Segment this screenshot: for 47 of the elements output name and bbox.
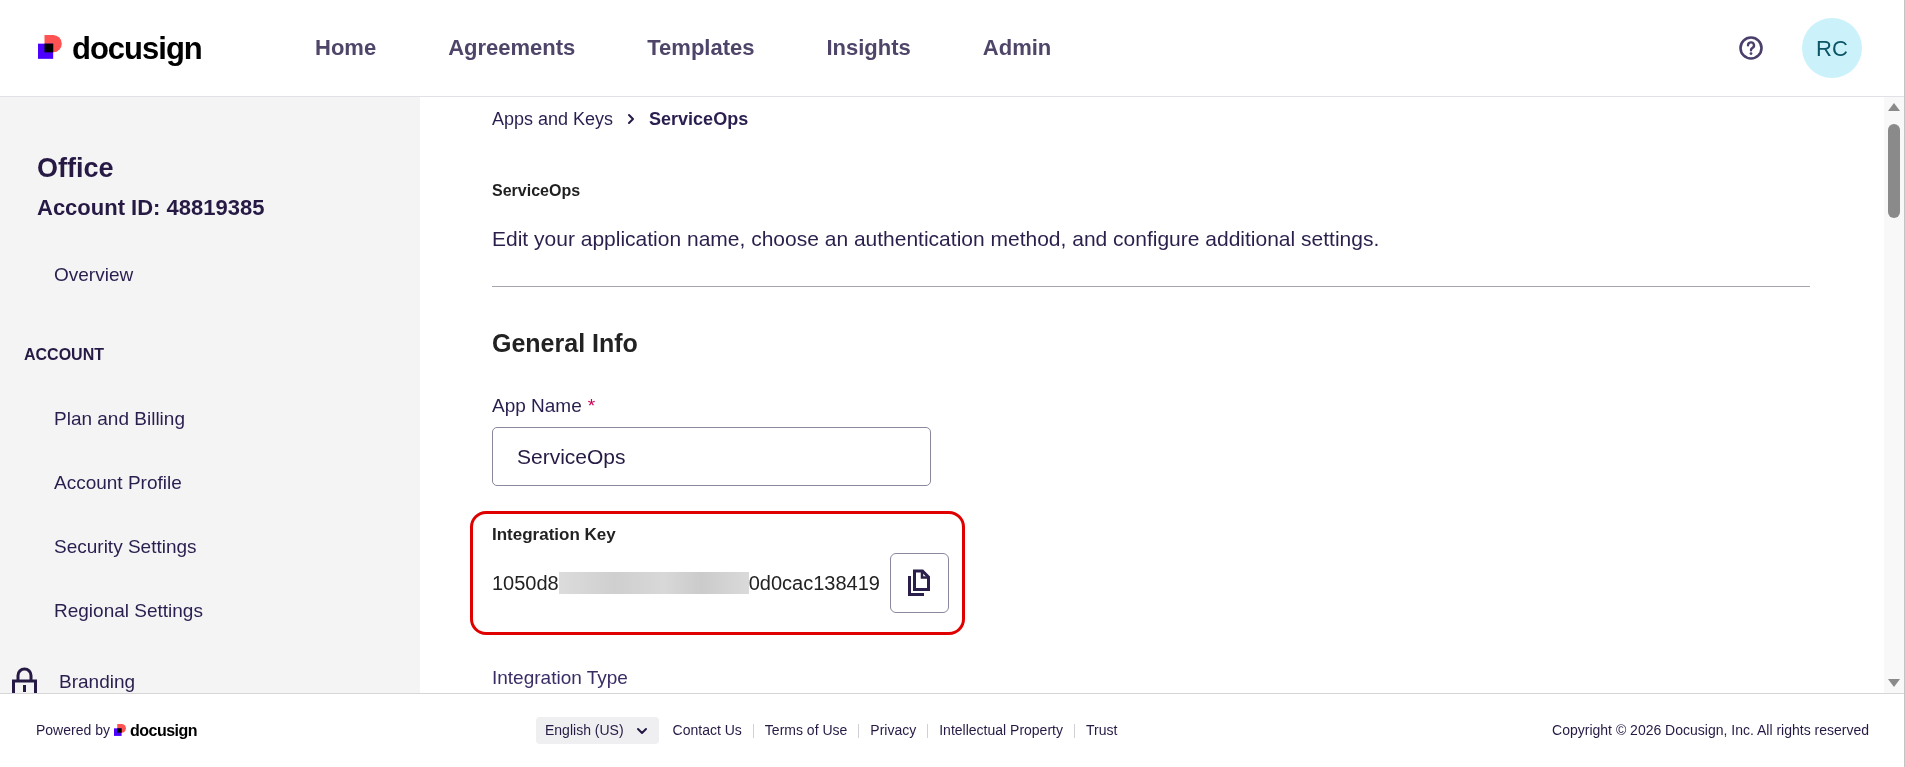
copyright-text: Copyright © 2026 Docusign, Inc. All rights reserved — [1552, 721, 1869, 740]
field-label: Integration Type — [492, 666, 628, 690]
sidebar-title: Office — [37, 152, 114, 184]
sidebar-item[interactable]: Account Profile — [54, 467, 182, 499]
nav-link[interactable]: Insights — [826, 33, 911, 63]
copy-button[interactable] — [890, 553, 949, 613]
powered-by-text: Powered by — [36, 721, 110, 740]
scrollbar[interactable] — [1884, 97, 1904, 693]
section-title: General Info — [492, 328, 638, 359]
required-mark: * — [587, 393, 596, 418]
nav-link[interactable]: Admin — [982, 33, 1052, 63]
logo-mark-icon — [38, 35, 64, 61]
lock-icon — [12, 666, 37, 693]
copy-icon — [907, 569, 932, 597]
avatar-button[interactable]: RC — [1802, 18, 1862, 78]
app-name-field[interactable]: ServiceOps — [492, 427, 931, 486]
sidebar-item[interactable]: Branding — [59, 666, 136, 693]
breadcrumb-link[interactable]: Apps and Keys — [492, 105, 614, 133]
logo-wordmark: docusign — [129, 720, 198, 741]
account-id: Account ID: 48819385 — [37, 194, 265, 222]
field-label: App Name — [492, 393, 582, 418]
nav-link[interactable]: Templates — [647, 33, 755, 63]
footer-link[interactable]: Intellectual Property — [939, 720, 1063, 741]
sidebar-item[interactable]: Plan and Billing — [54, 403, 185, 435]
integration-key-end: 0d0cac138419 — [748, 571, 880, 596]
language-dropdown[interactable]: English (US) — [536, 717, 659, 744]
nav-link[interactable]: Agreements — [448, 33, 576, 63]
logo-mark-icon — [113, 724, 127, 737]
sidebar-item[interactable]: Security Settings — [54, 531, 197, 563]
footer-link[interactable]: Trust — [1085, 720, 1118, 741]
sidebar-item[interactable]: Regional Settings — [54, 595, 203, 627]
footer-link[interactable]: Contact Us — [672, 720, 742, 741]
scroll-down-arrow-icon[interactable] — [1888, 679, 1900, 687]
footer-link[interactable]: Privacy — [870, 720, 917, 741]
sidebar-section-heading: ACCOUNT — [24, 346, 104, 363]
page-description: Edit your application name, choose an authentication method, and configure additional settings. — [492, 226, 1380, 252]
integration-key-start: 1050d8 — [492, 571, 559, 596]
breadcrumb-current[interactable]: ServiceOps — [649, 105, 749, 133]
help-icon[interactable] — [1739, 36, 1763, 60]
scrollbar-thumb[interactable] — [1888, 124, 1900, 218]
app-title: ServiceOps — [492, 181, 581, 201]
sidebar-item[interactable]: Overview — [54, 259, 134, 291]
logo-wordmark: docusign — [72, 32, 202, 64]
field-label: Integration Key — [492, 524, 616, 546]
scroll-up-arrow-icon[interactable] — [1888, 103, 1900, 111]
footer-link[interactable]: Terms of Use — [764, 720, 848, 741]
nav-link[interactable]: Home — [315, 33, 377, 63]
